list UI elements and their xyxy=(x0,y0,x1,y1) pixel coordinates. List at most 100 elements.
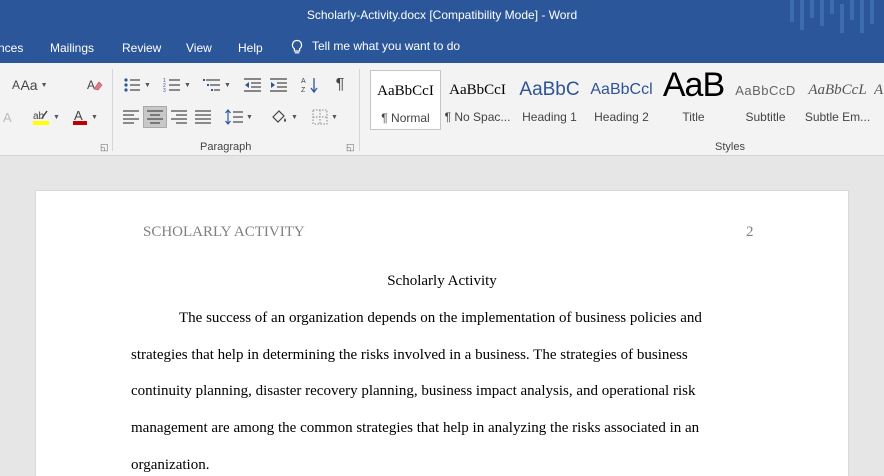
font-dialog-launcher-icon[interactable]: ◱ xyxy=(100,142,109,153)
justify-button[interactable] xyxy=(192,106,214,128)
style-sample: AaB xyxy=(662,70,725,104)
running-header: SCHOLARLY ACTIVITY xyxy=(143,224,305,240)
lightbulb-icon xyxy=(291,39,303,54)
style-more[interactable]: A xyxy=(874,70,884,130)
tab-references[interactable]: nces xyxy=(0,41,23,55)
tab-view[interactable]: View xyxy=(186,41,212,55)
style-normal[interactable]: AaBbCcI ¶ Normal xyxy=(370,70,441,130)
line-spacing-button[interactable]: ▼ xyxy=(222,106,256,128)
clear-formatting-button[interactable]: A xyxy=(84,74,106,96)
svg-text:3: 3 xyxy=(163,88,166,93)
style-name: Subtle Em... xyxy=(804,110,871,124)
sort-button[interactable]: AZ xyxy=(298,74,322,96)
pilcrow-icon: ¶ xyxy=(335,76,345,93)
styles-group-label: Styles xyxy=(715,141,745,153)
style-title[interactable]: AaB Title xyxy=(658,70,729,130)
tab-review[interactable]: Review xyxy=(122,41,161,55)
tab-help[interactable]: Help xyxy=(238,41,263,55)
style-sample: AaBbCcl xyxy=(590,81,653,98)
style-name: Heading 1 xyxy=(522,110,577,124)
chevron-down-icon: ▼ xyxy=(144,81,151,89)
show-formatting-marks-button[interactable]: ¶ xyxy=(330,74,350,96)
decrease-indent-button[interactable] xyxy=(242,74,264,96)
svg-text:A: A xyxy=(3,110,12,125)
chevron-down-icon: ▼ xyxy=(246,113,253,121)
style-name: Heading 2 xyxy=(594,110,649,124)
chevron-down-icon: ▼ xyxy=(291,113,298,121)
paragraph-dialog-launcher-icon[interactable]: ◱ xyxy=(346,142,355,153)
paragraph-line: organization. xyxy=(131,457,210,473)
multilevel-list-icon xyxy=(203,79,221,91)
align-center-button[interactable] xyxy=(143,106,167,128)
ribbon-tabs: nces Mailings Review View Help Tell me w… xyxy=(0,33,884,63)
paragraph-line: The success of an organization depends o… xyxy=(179,310,702,326)
style-name: Title xyxy=(682,110,705,124)
shading-button[interactable]: ▼ xyxy=(266,106,302,128)
svg-text:Z: Z xyxy=(301,87,306,94)
chevron-down-icon: ▼ xyxy=(331,113,338,121)
highlighter-icon: ab xyxy=(33,110,50,125)
sort-icon: AZ xyxy=(301,78,318,94)
grow-font-glyph: A xyxy=(12,78,21,92)
paragraph-line: continuity planning, disaster recovery p… xyxy=(131,383,696,399)
styles-gallery: AaBbCcI ¶ Normal AaBbCcI ¶ No Spac... Aa… xyxy=(368,70,884,130)
line-spacing-icon xyxy=(225,109,244,125)
chevron-down-icon: ▼ xyxy=(91,113,98,121)
style-subtle-emphasis[interactable]: AaBbCcL Subtle Em... xyxy=(802,70,873,130)
window-title: Scholarly-Activity.docx [Compatibility M… xyxy=(306,8,578,22)
style-heading-1[interactable]: AaBbC Heading 1 xyxy=(514,70,585,130)
align-left-button[interactable] xyxy=(120,106,142,128)
ribbon: Aa ▼ A A A ab ▼ A ▼ ◱ ▼ 1 2 3 ▼ ▼ A Z ¶ … xyxy=(0,63,884,156)
highlight-color-button[interactable]: ab ▼ xyxy=(28,106,64,128)
style-sample: AaBbCcI xyxy=(377,83,434,99)
document-canvas[interactable]: SCHOLARLY ACTIVITY 2 Scholarly Activity … xyxy=(0,156,884,476)
style-name: ¶ No Spac... xyxy=(444,110,511,124)
numbering-icon: 123 xyxy=(163,78,181,93)
text-effects-icon: A xyxy=(3,110,12,125)
borders-button[interactable]: ▼ xyxy=(308,106,342,128)
align-center-icon xyxy=(147,110,163,124)
multilevel-list-button[interactable]: ▼ xyxy=(200,74,234,96)
chevron-down-icon: ▼ xyxy=(40,81,48,89)
title-bar: Scholarly-Activity.docx [Compatibility M… xyxy=(0,0,884,33)
bullets-button[interactable]: ▼ xyxy=(120,74,154,96)
tab-mailings[interactable]: Mailings xyxy=(50,41,94,55)
eraser-icon: A xyxy=(87,78,103,92)
font-color-button[interactable]: A ▼ xyxy=(68,106,102,128)
group-separator xyxy=(359,69,360,151)
justify-icon xyxy=(195,110,211,124)
borders-icon xyxy=(312,109,328,125)
grow-font-glyph-button[interactable]: A xyxy=(8,74,24,96)
style-sample: AaBbCcI xyxy=(449,82,506,98)
style-subtitle[interactable]: AaBbCcD Subtitle xyxy=(730,70,801,130)
increase-indent-icon xyxy=(270,78,287,92)
document-page[interactable]: SCHOLARLY ACTIVITY 2 Scholarly Activity … xyxy=(35,190,849,476)
chevron-down-icon: ▼ xyxy=(184,81,191,89)
align-left-icon xyxy=(123,110,139,124)
paragraph-line: management are among the common strategi… xyxy=(131,420,700,436)
align-right-button[interactable] xyxy=(168,106,190,128)
paint-bucket-icon xyxy=(272,110,287,123)
style-no-spacing[interactable]: AaBbCcI ¶ No Spac... xyxy=(442,70,513,130)
increase-indent-button[interactable] xyxy=(268,74,290,96)
style-sample: AaBbC xyxy=(519,79,580,100)
text-effects-button[interactable]: A xyxy=(0,106,22,128)
font-color-icon: A xyxy=(73,108,88,125)
chevron-down-icon: ▼ xyxy=(224,81,231,89)
decrease-indent-icon xyxy=(244,78,261,92)
chevron-down-icon: ▼ xyxy=(53,113,60,121)
style-name: Subtitle xyxy=(745,110,786,124)
svg-text:A: A xyxy=(87,78,95,92)
style-more-sample: A xyxy=(874,82,884,98)
document-title: Scholarly Activity xyxy=(387,273,497,289)
numbering-button[interactable]: 123 ▼ xyxy=(160,74,194,96)
tell-me-search[interactable]: Tell me what you want to do xyxy=(290,39,460,55)
page-number: 2 xyxy=(746,224,754,240)
align-right-icon xyxy=(171,110,187,124)
bullets-icon xyxy=(124,78,141,92)
style-name: ¶ Normal xyxy=(381,111,430,125)
style-heading-2[interactable]: AaBbCcl Heading 2 xyxy=(586,70,657,130)
style-sample: AaBbCcL xyxy=(808,82,867,98)
style-sample: AaBbCcD xyxy=(735,83,796,98)
tell-me-label: Tell me what you want to do xyxy=(312,39,461,54)
